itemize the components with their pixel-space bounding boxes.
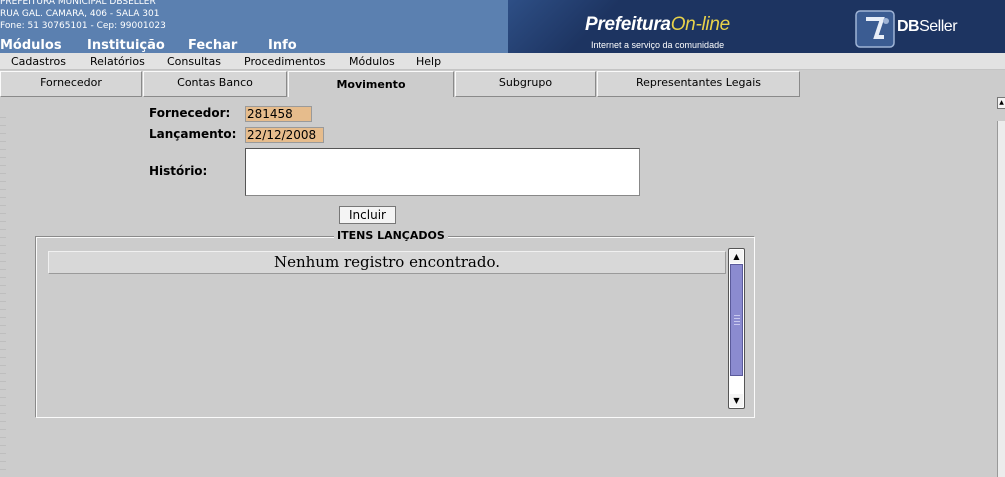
brand-banner: PrefeituraOn-line Internet a serviço da … xyxy=(508,0,1005,53)
page-scroll-up-icon[interactable]: ▲ xyxy=(997,97,1005,109)
empty-grid-message: Nenhum registro encontrado. xyxy=(48,251,726,274)
org-phone: Fone: 51 30765101 - Cep: 99001023 xyxy=(0,21,166,31)
historico-textarea[interactable] xyxy=(245,148,640,196)
scroll-thumb[interactable] xyxy=(730,264,743,376)
scroll-up-icon[interactable]: ▲ xyxy=(730,250,743,263)
lancamento-label: Lançamento: xyxy=(149,127,237,141)
top-menu-instituicao[interactable]: Instituição xyxy=(87,38,188,53)
org-address: RUA GAL. CAMARA, 406 - SALA 301 xyxy=(0,9,160,19)
fornecedor-field[interactable]: 281458 xyxy=(245,106,312,122)
org-name: PREFEITURA MUNICIPAL DBSELLER xyxy=(0,0,156,7)
page-scrollbar[interactable] xyxy=(997,121,1005,477)
menu-procedimentos[interactable]: Procedimentos xyxy=(233,53,338,69)
app-header: PREFEITURA MUNICIPAL DBSELLER RUA GAL. C… xyxy=(0,0,1005,53)
lancamento-field[interactable]: 22/12/2008 xyxy=(245,127,324,143)
scroll-down-icon[interactable]: ▼ xyxy=(730,394,743,407)
menu-modulos[interactable]: Módulos xyxy=(338,53,405,69)
itens-legend: ITENS LANÇADOS xyxy=(334,229,448,243)
menu-relatorios[interactable]: Relatórios xyxy=(79,53,156,69)
historico-label: Histório: xyxy=(149,164,208,178)
grip-icon xyxy=(734,315,740,325)
tab-contas-banco[interactable]: Contas Banco xyxy=(143,71,287,97)
tab-fornecedor[interactable]: Fornecedor xyxy=(0,71,142,97)
prefeitura-online-logo: PrefeituraOn-line xyxy=(585,14,730,36)
menu-bar: Cadastros Relatórios Consultas Procedime… xyxy=(0,53,1005,70)
incluir-button[interactable]: Incluir xyxy=(339,206,396,224)
fornecedor-label: Fornecedor: xyxy=(149,106,231,120)
top-menu: Módulos Instituição Fechar Info xyxy=(0,38,297,53)
brand-title: Prefeitura xyxy=(585,14,671,35)
top-menu-fechar[interactable]: Fechar xyxy=(188,38,268,53)
grid-scrollbar[interactable]: ▲ ▼ xyxy=(728,248,745,409)
tab-subgrupo[interactable]: Subgrupo xyxy=(455,71,596,97)
tab-representantes-legais[interactable]: Representantes Legais xyxy=(597,71,800,97)
top-menu-info[interactable]: Info xyxy=(268,38,297,53)
tab-movimento[interactable]: Movimento xyxy=(288,71,454,97)
menu-help[interactable]: Help xyxy=(405,53,441,69)
left-edge-pattern xyxy=(0,110,6,470)
menu-consultas[interactable]: Consultas xyxy=(156,53,233,69)
brand-subtitle: Internet a serviço da comunidade xyxy=(591,40,725,50)
vendor-name: DBSeller xyxy=(897,18,958,35)
top-menu-modulos[interactable]: Módulos xyxy=(0,38,87,53)
menu-cadastros[interactable]: Cadastros xyxy=(0,53,79,69)
org-info: PREFEITURA MUNICIPAL DBSELLER RUA GAL. C… xyxy=(0,0,166,32)
brand-online: On-line xyxy=(670,14,730,35)
